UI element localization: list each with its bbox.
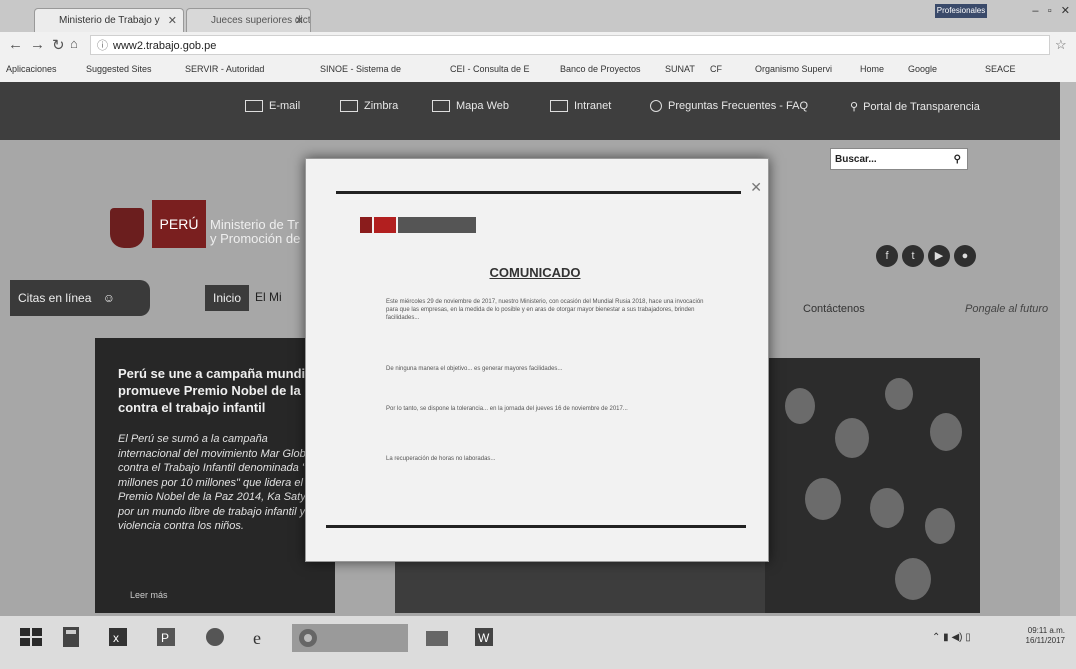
svg-text:x: x <box>113 631 119 645</box>
close-icon[interactable]: ✕ <box>295 9 304 32</box>
excel-icon[interactable]: x <box>106 626 132 648</box>
top-link-mapa[interactable]: Mapa Web <box>432 100 509 113</box>
close-window-icon[interactable]: ✕ <box>1061 5 1070 17</box>
mail-icon <box>245 100 263 113</box>
svg-text:e: e <box>253 628 261 648</box>
calculator-icon[interactable] <box>58 626 84 648</box>
chrome-taskbar-item[interactable] <box>292 624 408 652</box>
bookmark-item[interactable]: Organismo Supervi <box>755 64 832 74</box>
ministry-name[interactable]: Ministerio de Tr y Promoción de <box>210 218 300 246</box>
coat-of-arms-logo <box>110 208 144 248</box>
news-photo <box>765 358 980 613</box>
monitor-icon <box>550 100 568 113</box>
bookmark-item[interactable]: CF <box>710 64 722 74</box>
close-icon[interactable]: ✕ <box>168 9 177 32</box>
bookmark-item[interactable]: CEI - Consulta de E <box>450 64 530 74</box>
tab-ministerio[interactable]: Ministerio de Trabajo y ✕ <box>34 8 184 32</box>
peru-logo[interactable]: PERÚ <box>152 200 206 248</box>
sitemap-icon <box>432 100 450 113</box>
bookmark-item[interactable]: SEACE <box>985 64 1016 74</box>
search-icon[interactable]: ⚲ <box>954 149 961 171</box>
top-link-zimbra[interactable]: Zimbra <box>340 100 398 113</box>
internet-explorer-icon[interactable]: e <box>248 626 274 648</box>
top-link-transparencia[interactable]: ⚲ Portal de Transparencia <box>850 100 980 113</box>
futuro-logo: Pongale al futuro <box>965 303 1049 315</box>
word-icon[interactable]: W <box>472 626 498 648</box>
twitter-icon[interactable]: t <box>902 245 924 267</box>
bookmarks-bar: Aplicaciones Suggested Sites SERVIR - Au… <box>0 60 1076 82</box>
svg-text:P: P <box>161 631 169 645</box>
chrome-icon <box>299 629 317 647</box>
mail-icon <box>340 100 358 113</box>
menu-el-ministerio[interactable]: El Mi <box>255 290 282 304</box>
url-input[interactable]: ⓘ www2.trabajo.gob.pe <box>90 35 1050 55</box>
minimize-icon[interactable]: – <box>1032 5 1038 17</box>
folder-icon[interactable] <box>424 626 450 648</box>
modal-paragraph: Por lo tanto, se dispone la tolerancia..… <box>386 406 628 412</box>
flickr-icon[interactable]: ● <box>954 245 976 267</box>
modal-divider <box>336 191 741 194</box>
bookmark-item[interactable]: SERVIR - Autoridad <box>185 64 264 74</box>
window-controls: – ▫ ✕ <box>1032 4 1070 17</box>
modal-paragraph: Este miércoles 29 de noviembre de 2017, … <box>386 299 704 321</box>
menu-inicio[interactable]: Inicio <box>205 285 249 311</box>
top-link-faq[interactable]: Preguntas Frecuentes - FAQ <box>650 100 808 113</box>
news-body: El Perú se sumó a la campaña internacion… <box>118 433 331 532</box>
top-link-email[interactable]: E-mail <box>245 100 300 113</box>
person-icon: ☺ <box>102 291 115 305</box>
star-icon[interactable]: ☆ <box>1055 37 1067 53</box>
citas-button[interactable]: Citas en línea ☺ <box>10 280 150 316</box>
search-icon: ⚲ <box>850 101 859 113</box>
back-icon[interactable]: ← <box>8 36 23 53</box>
bookmark-item[interactable]: SINOE - Sistema de <box>320 64 401 74</box>
windows-start-icon[interactable] <box>18 626 44 648</box>
close-icon[interactable]: ✕ <box>750 179 762 196</box>
modal-title: COMUNICADO <box>489 265 581 280</box>
bookmark-item[interactable]: Aplicaciones <box>6 64 57 74</box>
url-text: www2.trabajo.gob.pe <box>113 40 217 52</box>
address-row: ← → ↻ ⌂ ⓘ www2.trabajo.gob.pe ☆ <box>0 32 1076 61</box>
user-badge[interactable]: Profesionales <box>935 4 987 18</box>
faq-icon <box>650 100 662 113</box>
facebook-icon[interactable]: f <box>876 245 898 267</box>
ministry-logo <box>360 217 476 233</box>
clock[interactable]: 09:11 a.m. 16/11/2017 <box>1015 626 1065 646</box>
powerpoint-icon[interactable]: P <box>154 626 180 648</box>
youtube-icon[interactable]: ▶ <box>928 245 950 267</box>
top-link-intranet[interactable]: Intranet <box>550 100 611 113</box>
modal-divider <box>326 525 746 528</box>
tab-label: Ministerio de Trabajo y <box>59 15 160 26</box>
news-title[interactable]: Perú se une a campaña mundial promueve P… <box>118 365 328 416</box>
site-search-input[interactable]: Buscar... ⚲ <box>830 148 968 170</box>
reload-icon[interactable]: ↻ <box>52 36 65 54</box>
modal-paragraph: La recuperación de horas no laboradas... <box>386 456 496 462</box>
bookmark-item[interactable]: SUNAT <box>665 64 695 74</box>
bookmark-item[interactable]: Home <box>860 64 884 74</box>
bookmark-item[interactable]: Suggested Sites <box>86 64 152 74</box>
info-icon: ⓘ <box>97 40 108 52</box>
forward-icon[interactable]: → <box>30 36 45 53</box>
read-more-link[interactable]: Leer más <box>130 590 168 600</box>
bookmark-item[interactable]: Google <box>908 64 937 74</box>
tab-jueces[interactable]: Jueces superiores dictan ✕ <box>186 8 311 32</box>
home-icon[interactable]: ⌂ <box>70 36 78 51</box>
modal-paragraph: De ninguna manera el objetivo... es gene… <box>386 366 563 372</box>
system-tray[interactable]: ⌃ ▮ ◀) ▯ <box>932 632 971 643</box>
firefox-icon[interactable] <box>202 626 228 648</box>
menu-contactenos[interactable]: Contáctenos <box>803 303 865 315</box>
maximize-icon[interactable]: ▫ <box>1048 5 1052 17</box>
bookmark-item[interactable]: Banco de Proyectos <box>560 64 641 74</box>
svg-text:W: W <box>478 631 490 645</box>
